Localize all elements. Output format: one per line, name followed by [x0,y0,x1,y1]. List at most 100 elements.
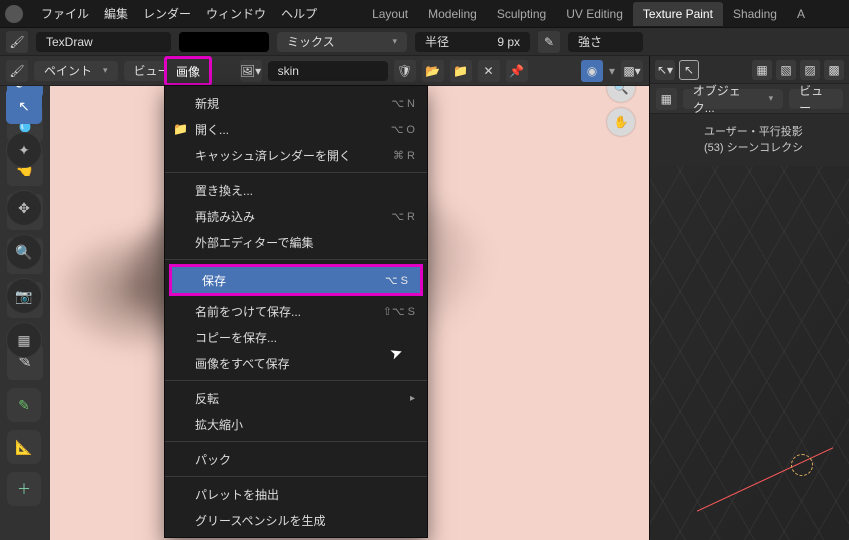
shortcut: ⌥ O [391,123,415,136]
image-menu-button[interactable]: 画像 [164,56,212,86]
right-viewport: ↖▾ ↖ ▦ ▧ ▨ ▩ ▦ オブジェク... ビュー ユーザー・平行投影 (5… [649,56,849,540]
measure-tool-icon[interactable]: 📐 [7,430,41,464]
menu-replace[interactable]: 置き換え... [165,177,427,203]
overlay-icon-3[interactable]: ▨ [800,60,820,80]
menu-render[interactable]: レンダー [143,5,191,22]
radius-value: 9 px [497,35,520,49]
shortcut: ⇧⌥ S [383,305,415,318]
image-new-icon[interactable]: 🖼▾ [240,60,262,82]
shield-icon[interactable]: 🛡 [394,60,416,82]
browse-icon[interactable]: 📂 [422,60,444,82]
radius-pressure-icon[interactable]: ✎ [538,31,560,53]
menu-separator [165,441,427,442]
pin-icon[interactable]: 📌 [506,60,528,82]
image-editor-header: 🖌 ペイント ビュー 🖼▾ skin 🛡 📂 📁 ✕ 📌 ◉ ▾ ▩▾ [0,56,649,86]
scene-label: (53) シーンコレクシ [704,140,839,156]
menu-new[interactable]: 新規⌥ N [165,90,427,116]
add-tool-icon[interactable]: ＋ [7,472,41,506]
3d-cursor-icon [791,454,813,476]
folder-icon[interactable]: 📁 [450,60,472,82]
menu-open-cached[interactable]: キャッシュ済レンダーを開く⌘ R [165,142,427,168]
paint-mode-dropdown[interactable]: ペイント [34,61,118,81]
image-menu-wrapper: 画像 新規⌥ N 📁開く...⌥ O キャッシュ済レンダーを開く⌘ R 置き換え… [164,56,212,86]
radius-field[interactable]: 半径 9 px [415,32,530,52]
tab-layout[interactable]: Layout [362,2,418,26]
tab-uv[interactable]: UV Editing [556,2,633,26]
right-view-menu[interactable]: ビュー [789,89,843,109]
annotate-tool-icon[interactable]: ✎ [7,388,41,422]
menu-separator [165,380,427,381]
strength-field[interactable]: 強さ [568,32,643,52]
overlay-icon-1[interactable]: ▦ [752,60,772,80]
shortcut: ⌥ N [391,97,415,110]
menu-save-copy[interactable]: コピーを保存... [165,324,427,350]
brush-color-swatch[interactable] [179,32,269,52]
blend-mode-dropdown[interactable]: ミックス [277,32,407,52]
top-menubar: ファイル 編集 レンダー ウィンドウ ヘルプ Layout Modeling S… [0,0,849,28]
menu-separator [165,172,427,173]
editor-type-icon[interactable]: ▦ [656,88,677,110]
menu-generate-gp[interactable]: グリースペンシルを生成 [165,507,427,533]
right-header-2: ▦ オブジェク... ビュー [650,84,849,114]
mode-label: オブジェク... [693,82,758,116]
blend-mode-label: ミックス [287,33,335,50]
show-overlay-icon[interactable]: ◉ [581,60,603,82]
image-name-field[interactable]: skin [268,61,388,81]
shortcut: ⌥ R [391,210,415,223]
nav-gizmo-icon[interactable]: ✦ [6,132,42,168]
viewport-gizmos: ↖ ✦ ✥ 🔍 📷 ▦ ✎ 📐 ＋ [6,88,42,506]
overlay-dropdown-icon[interactable]: ▾ [609,64,615,78]
camera-gizmo-icon[interactable]: 📷 [6,278,42,314]
menu-open[interactable]: 📁開く...⌥ O [165,116,427,142]
overlay-icon-2[interactable]: ▧ [776,60,796,80]
interaction-mode-dropdown[interactable]: オブジェク... [683,89,783,109]
menu-pack[interactable]: パック [165,446,427,472]
menu-save-all[interactable]: 画像をすべて保存 [165,350,427,376]
menu-help[interactable]: ヘルプ [281,5,317,22]
zoom-gizmo-icon[interactable]: 🔍 [6,234,42,270]
cursor-dropdown-icon[interactable]: ↖▾ [655,60,675,80]
viewport-3d[interactable] [650,166,849,540]
menu-invert[interactable]: 反転 [165,385,427,411]
move-gizmo-icon[interactable]: ✥ [6,190,42,226]
brush-name-field[interactable]: TexDraw [36,32,171,52]
pan-button[interactable]: ✋ [607,108,635,136]
editor-brush-icon[interactable]: 🖌 [6,60,28,82]
menu-save-as[interactable]: 名前をつけて保存...⇧⌥ S [165,298,427,324]
menu-file[interactable]: ファイル [41,5,89,22]
menu-separator [165,476,427,477]
menu-save[interactable]: 保存 ➤ ⌥ S [169,264,423,296]
select-tool-icon[interactable]: ↖ [6,88,42,124]
tab-texture-paint[interactable]: Texture Paint [633,2,723,26]
cursor-select-icon[interactable]: ↖ [679,60,699,80]
brush-icon[interactable]: 🖌 [6,31,28,53]
paint-mode-label: ペイント [44,62,92,79]
projection-label: ユーザー・平行投影 [704,124,839,140]
viewport-grid [650,166,849,540]
display-channels-icon[interactable]: ▩▾ [621,60,643,82]
radius-label: 半径 [425,33,449,50]
tab-modeling[interactable]: Modeling [418,2,487,26]
viewport-info: ユーザー・平行投影 (53) シーンコレクシ [650,114,849,166]
tab-more[interactable]: A [787,2,815,26]
menu-resize[interactable]: 拡大縮小 [165,411,427,437]
overlay-icon-4[interactable]: ▩ [824,60,844,80]
menu-extract-palette[interactable]: パレットを抽出 [165,481,427,507]
perspective-gizmo-icon[interactable]: ▦ [6,322,42,358]
menu-separator [165,259,427,260]
menu-edit-external[interactable]: 外部エディターで編集 [165,229,427,255]
unlink-icon[interactable]: ✕ [478,60,500,82]
tab-sculpt[interactable]: Sculpting [487,2,556,26]
tool-settings-bar: 🖌 TexDraw ミックス 半径 9 px ✎ 強さ [0,28,849,56]
menu-reload[interactable]: 再読み込み⌥ R [165,203,427,229]
right-header-1: ↖▾ ↖ ▦ ▧ ▨ ▩ [650,56,849,84]
menu-edit[interactable]: 編集 [104,5,128,22]
tab-shading[interactable]: Shading [723,2,787,26]
shortcut: ⌘ R [393,149,415,162]
shortcut: ⌥ S [385,274,408,287]
menu-window[interactable]: ウィンドウ [206,5,266,22]
blender-logo [5,5,23,23]
workspace-tabs: Layout Modeling Sculpting UV Editing Tex… [362,2,815,26]
folder-icon: 📁 [173,122,188,136]
image-dropdown: 新規⌥ N 📁開く...⌥ O キャッシュ済レンダーを開く⌘ R 置き換え...… [164,85,428,538]
